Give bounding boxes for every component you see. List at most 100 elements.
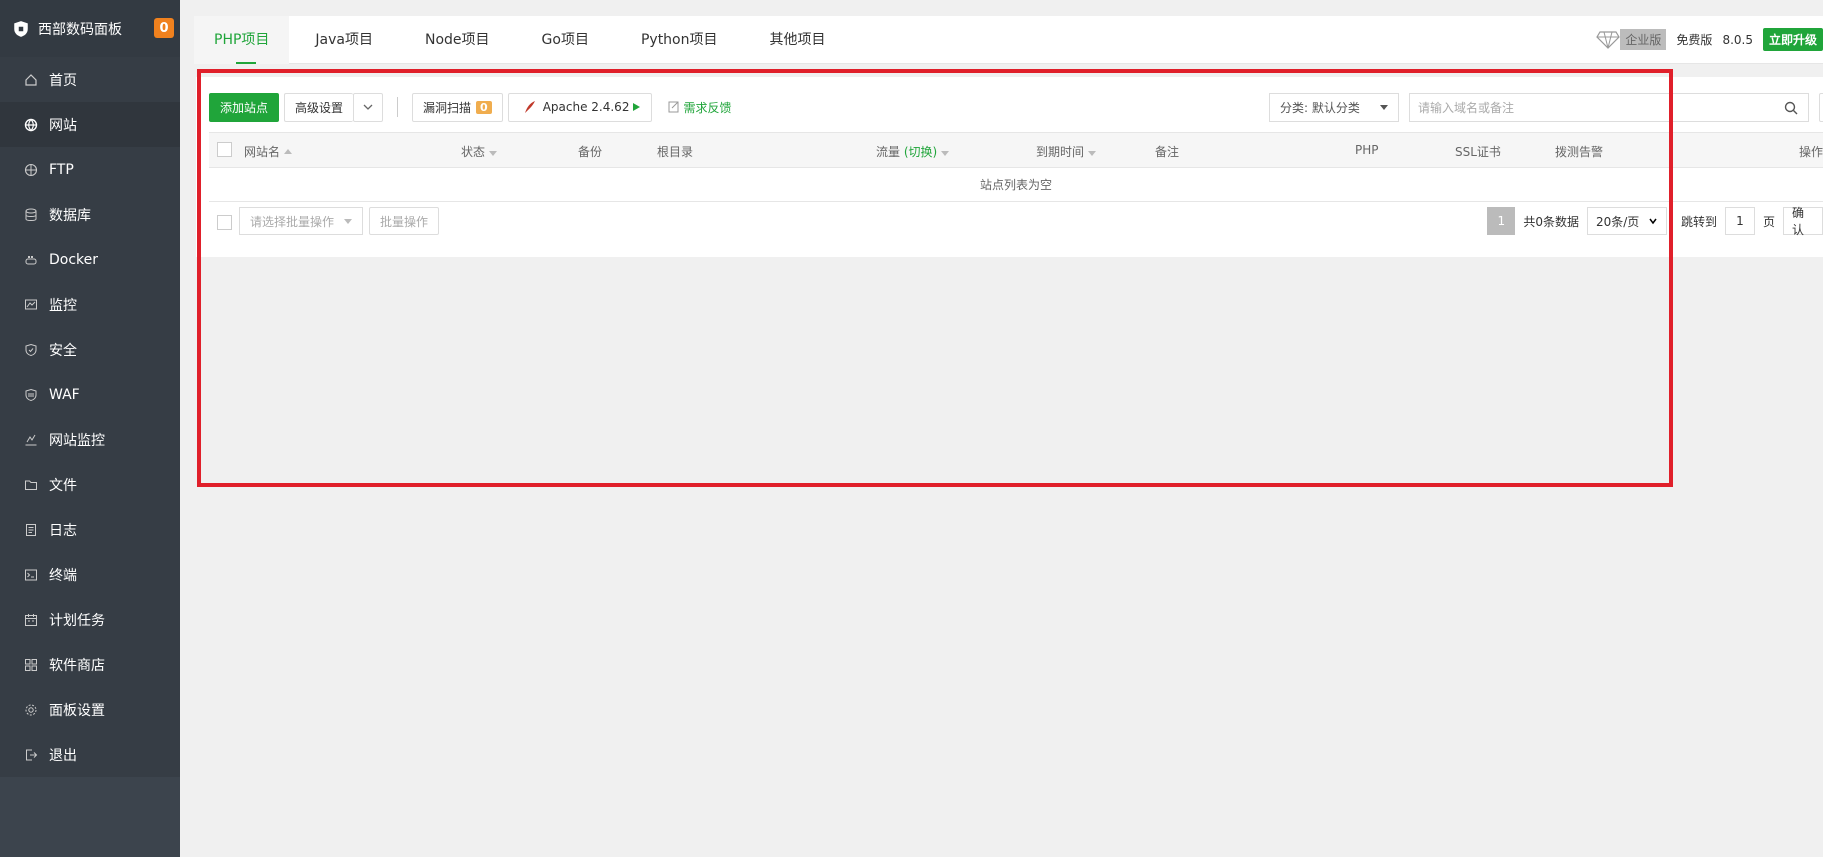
notification-badge[interactable]: 0 — [154, 18, 174, 38]
empty-message: 站点列表为空 — [209, 168, 1823, 202]
calendar-icon — [24, 613, 38, 627]
feedback-label: 需求反馈 — [683, 100, 732, 115]
settings-button[interactable] — [1819, 92, 1823, 122]
ftp-icon — [24, 163, 38, 177]
select-all-checkbox[interactable] — [217, 142, 232, 157]
sidebar-item-site-monitor[interactable]: 网站监控 — [0, 417, 180, 462]
footer-select-all-checkbox[interactable] — [217, 215, 232, 230]
apache-button[interactable]: Apache 2.4.62 — [507, 92, 653, 122]
sidebar-item-waf[interactable]: WAF — [0, 372, 180, 417]
site-table: 网站名 状态 备份 根目录 流量 (切换) 到期时间 备注 PHP SSL证书 … — [209, 132, 1823, 202]
page-number[interactable]: 1 — [1487, 207, 1516, 235]
sidebar-item-globe[interactable]: 网站 — [0, 102, 180, 147]
tab-3[interactable]: Go项目 — [516, 16, 615, 64]
enterprise-badge: 企业版 — [1620, 29, 1667, 50]
sidebar-item-label: 日志 — [49, 522, 77, 539]
sort-down-icon — [489, 151, 498, 156]
globe-icon — [24, 118, 38, 132]
vuln-scan-button[interactable]: 漏洞扫描 0 — [412, 92, 503, 122]
sidebar-item-log[interactable]: 日志 — [0, 507, 180, 552]
folder-icon — [24, 478, 38, 492]
vuln-scan-label: 漏洞扫描 — [423, 100, 472, 115]
tab-0[interactable]: PHP项目 — [194, 16, 290, 64]
col-site-name[interactable]: 网站名 — [244, 143, 293, 160]
batch-select-placeholder: 请选择批量操作 — [250, 214, 335, 229]
col-ssl: SSL证书 — [1455, 145, 1501, 159]
caret-down-icon — [1380, 104, 1388, 110]
logout-icon — [24, 748, 38, 762]
advanced-settings-button[interactable]: 高级设置 — [284, 92, 354, 122]
terminal-icon — [24, 568, 38, 582]
col-php: PHP — [1355, 143, 1379, 157]
sidebar-item-label: 网站 — [49, 117, 77, 134]
sidebar-item-docker[interactable]: Docker — [0, 237, 180, 282]
sidebar-item-monitor[interactable]: 监控 — [0, 282, 180, 327]
database-icon — [24, 208, 38, 222]
feedback-link[interactable]: 需求反馈 — [668, 99, 731, 116]
play-icon — [633, 103, 641, 111]
sidebar-item-gear[interactable]: 面板设置 — [0, 687, 180, 732]
site-monitor-icon — [24, 433, 38, 447]
advanced-dropdown-button[interactable] — [353, 92, 384, 122]
tab-4[interactable]: Python项目 — [615, 16, 744, 64]
shield-icon — [24, 343, 38, 357]
tab-2[interactable]: Node项目 — [399, 16, 516, 64]
confirm-jump-button[interactable]: 确认 — [1783, 206, 1823, 237]
sidebar-item-apps[interactable]: 软件商店 — [0, 642, 180, 687]
col-probe-alert: 拨测告警 — [1555, 145, 1604, 159]
sidebar-item-label: Docker — [49, 251, 99, 268]
total-count: 共0条数据 — [1523, 214, 1579, 229]
sort-up-icon — [284, 149, 293, 154]
sidebar-item-label: 网站监控 — [49, 432, 105, 449]
log-icon — [24, 523, 38, 537]
col-actions: 操作 — [1799, 145, 1823, 159]
search-input[interactable]: 请输入域名或备注 — [1409, 92, 1809, 122]
free-edition-label: 免费版 — [1676, 33, 1713, 47]
jump-label: 跳转到 — [1680, 214, 1717, 229]
sidebar-item-home[interactable]: 首页 — [0, 57, 180, 102]
tab-1[interactable]: Java项目 — [289, 16, 399, 64]
col-remark: 备注 — [1155, 145, 1180, 159]
tab-5[interactable]: 其他项目 — [744, 16, 852, 64]
sidebar-item-calendar[interactable]: 计划任务 — [0, 597, 180, 642]
sidebar-item-terminal[interactable]: 终端 — [0, 552, 180, 597]
sidebar-item-logout[interactable]: 退出 — [0, 732, 180, 777]
sidebar-item-database[interactable]: 数据库 — [0, 192, 180, 237]
sidebar-item-label: 安全 — [49, 342, 77, 359]
page-unit-label: 页 — [1762, 214, 1775, 229]
apps-icon — [24, 658, 38, 672]
traffic-toggle-link[interactable]: (切换) — [904, 145, 937, 159]
vuln-count-badge: 0 — [476, 100, 492, 114]
col-status[interactable]: 状态 — [461, 143, 498, 160]
col-backup: 备份 — [578, 145, 603, 159]
col-traffic[interactable]: 流量 (切换) — [876, 143, 950, 160]
sidebar-item-label: 文件 — [49, 477, 77, 494]
add-site-button[interactable]: 添加站点 — [209, 92, 280, 122]
brand-title: 西部数码面板 — [38, 21, 122, 38]
project-tab-bar: PHP项目 Java项目 Node项目 Go项目 Python项目 其他项目 企业版 免费… — [194, 16, 1823, 64]
gear-icon — [24, 703, 38, 717]
brand[interactable]: 西部数码面板 0 — [0, 0, 180, 57]
search-icon[interactable] — [1784, 101, 1798, 115]
diamond-icon — [1596, 30, 1621, 49]
per-page-select[interactable]: 20条/页 — [1586, 207, 1667, 235]
caret-down-icon — [344, 218, 352, 224]
sidebar: 西部数码面板 0 首页网站 FTP 数据库 Docker 监控安全 WAF 网站监控文件日志… — [0, 0, 180, 857]
sort-down-icon — [941, 151, 950, 156]
site-toolbar: 添加站点 高级设置 漏洞扫描 0 Apache 2.4.62 需求反馈 分类: … — [209, 92, 1823, 122]
chevron-down-icon — [363, 104, 373, 110]
jump-page-input[interactable]: 1 — [1724, 207, 1755, 235]
batch-operation-select[interactable]: 请选择批量操作 — [239, 207, 363, 235]
sidebar-item-ftp[interactable]: FTP — [0, 147, 180, 192]
sidebar-item-folder[interactable]: 文件 — [0, 462, 180, 507]
category-select[interactable]: 分类: 默认分类 — [1269, 92, 1399, 122]
batch-operation-button[interactable]: 批量操作 — [369, 207, 440, 235]
sidebar-item-label: WAF — [49, 386, 80, 403]
col-root: 根目录 — [657, 145, 694, 159]
toolbar-divider — [397, 97, 399, 117]
sidebar-item-shield[interactable]: 安全 — [0, 327, 180, 372]
upgrade-button[interactable]: 立即升级 — [1762, 28, 1823, 51]
enterprise-link[interactable]: 企业版 — [1596, 29, 1667, 50]
version-label: 8.0.5 — [1722, 32, 1753, 47]
col-expire[interactable]: 到期时间 — [1036, 143, 1097, 160]
